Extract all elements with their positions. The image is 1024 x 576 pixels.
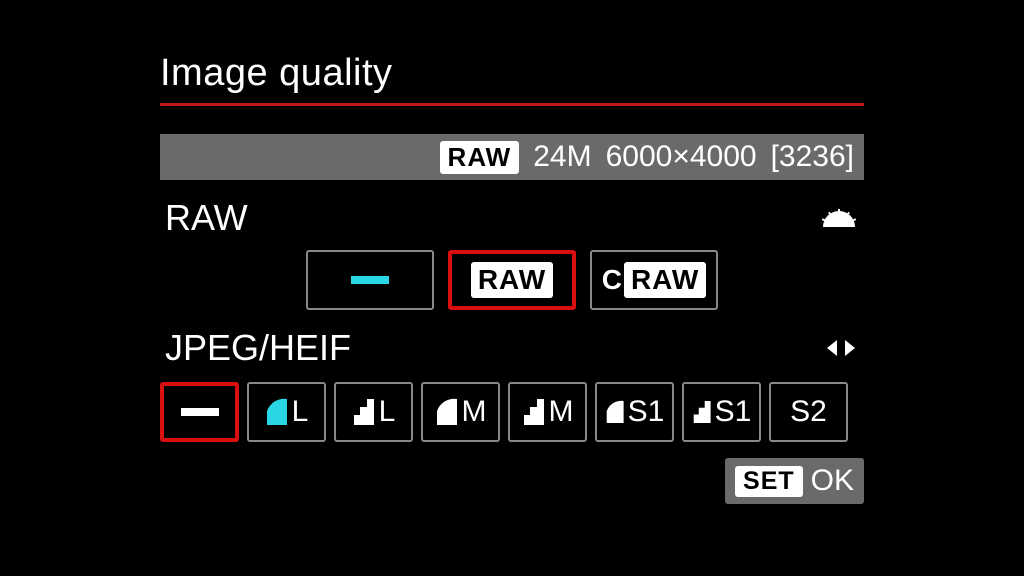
title-bar: Image quality: [160, 0, 864, 106]
quality-normal-icon: [352, 397, 378, 427]
jpeg-option-normal-s1[interactable]: S1: [682, 382, 761, 442]
jpeg-option-normal-l[interactable]: L: [334, 382, 413, 442]
dial-icon: [819, 207, 859, 229]
nav-arrows-icon: [823, 336, 859, 360]
info-shots-remaining: [3236]: [771, 140, 854, 174]
page-title: Image quality: [160, 52, 864, 95]
size-letter: L: [292, 395, 309, 429]
set-ok-button[interactable]: SET OK: [725, 458, 864, 504]
size-letter: L: [379, 395, 396, 429]
raw-section: RAW RAW: [160, 194, 864, 310]
raw-label: RAW: [471, 262, 553, 298]
raw-option-craw[interactable]: C RAW: [590, 250, 718, 310]
jpeg-option-none[interactable]: [160, 382, 239, 442]
quality-normal-icon: [692, 398, 714, 426]
raw-section-label: RAW: [165, 197, 248, 239]
jpeg-option-s2[interactable]: S2: [769, 382, 848, 442]
set-badge: SET: [735, 466, 803, 497]
quality-fine-icon: [435, 397, 461, 427]
quality-fine-icon: [265, 397, 291, 427]
info-dimensions: 6000×4000: [606, 140, 757, 174]
dash-icon: [181, 408, 219, 416]
raw-option-none[interactable]: [306, 250, 434, 310]
craw-c-label: C: [602, 264, 622, 296]
jpeg-option-fine-l[interactable]: L: [247, 382, 326, 442]
raw-option-raw[interactable]: RAW: [448, 250, 576, 310]
size-letter: M: [549, 395, 574, 429]
ok-label: OK: [811, 464, 854, 498]
info-bar: RAW 24M 6000×4000 [3236]: [160, 134, 864, 180]
size-letter: M: [462, 395, 487, 429]
quality-fine-icon: [605, 398, 627, 426]
size-letter: S1: [628, 395, 665, 429]
size-letter: S2: [790, 395, 827, 429]
quality-normal-icon: [522, 397, 548, 427]
jpeg-section: JPEG/HEIF L L: [160, 324, 864, 442]
size-letter: S1: [715, 395, 752, 429]
jpeg-option-normal-m[interactable]: M: [508, 382, 587, 442]
info-raw-badge: RAW: [440, 141, 520, 174]
dash-icon: [351, 276, 389, 284]
craw-raw-label: RAW: [624, 262, 706, 298]
jpeg-option-fine-s1[interactable]: S1: [595, 382, 674, 442]
jpeg-option-fine-m[interactable]: M: [421, 382, 500, 442]
info-megapixels: 24M: [533, 140, 591, 174]
jpeg-section-label: JPEG/HEIF: [165, 327, 351, 369]
